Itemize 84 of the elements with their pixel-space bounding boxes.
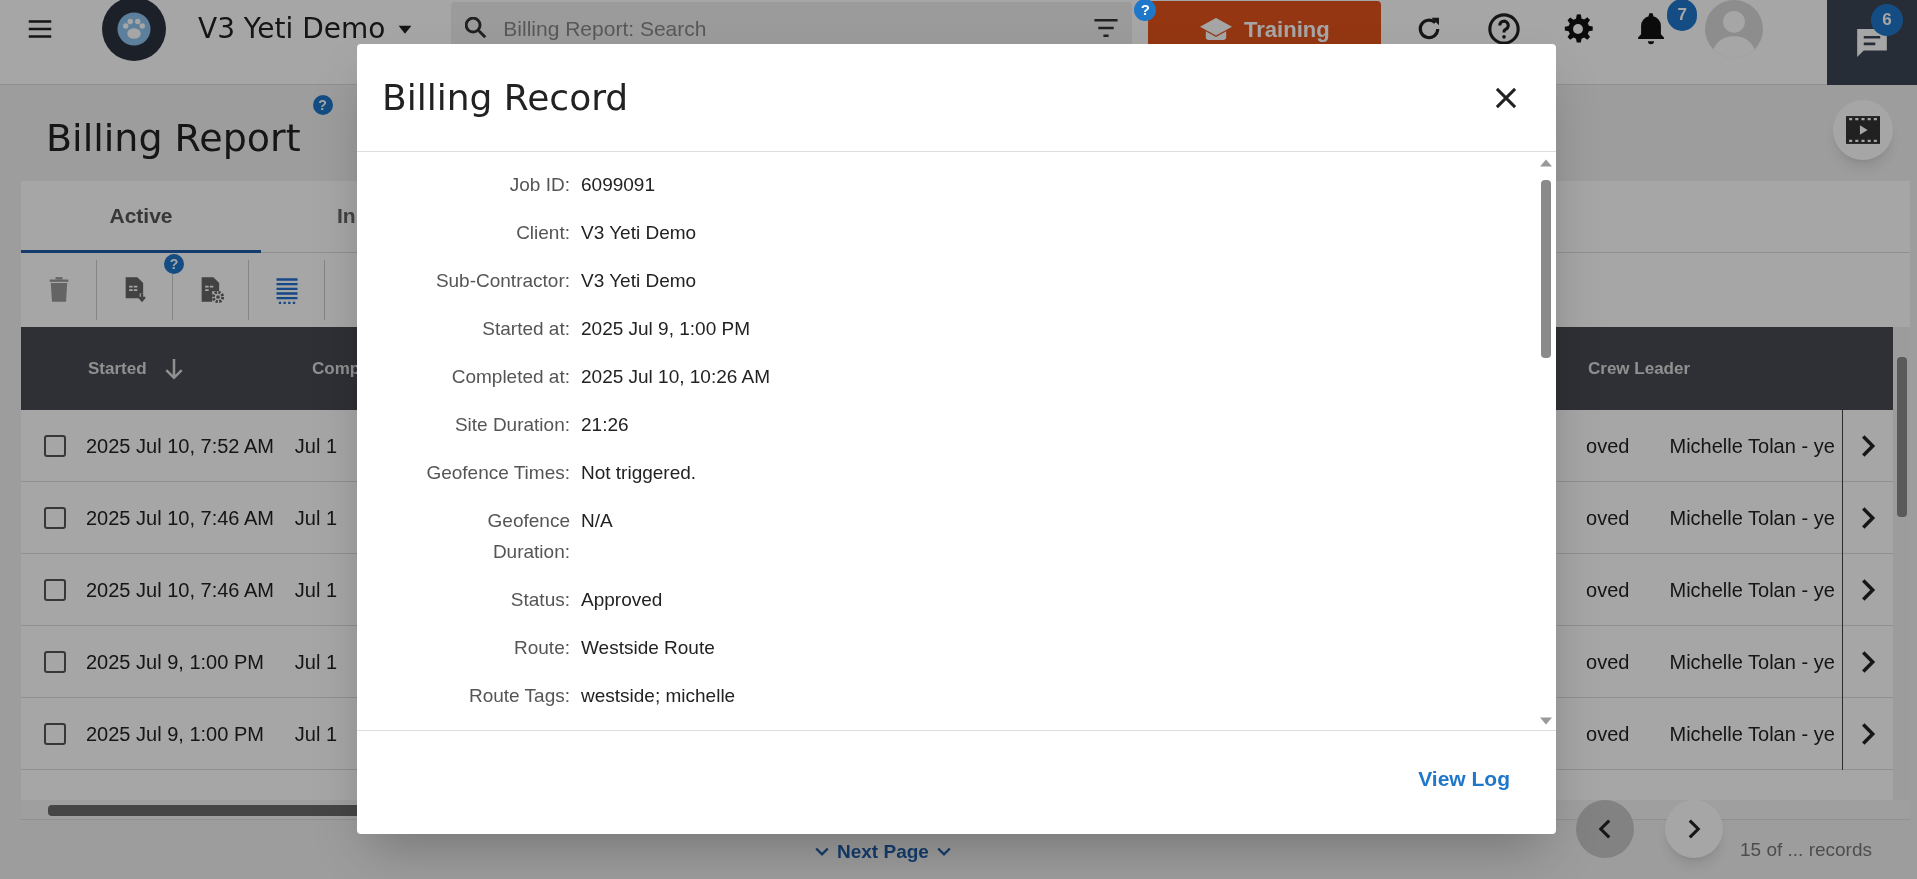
record-count: 15 of ... records bbox=[1740, 838, 1872, 862]
field-label: Route Tags: bbox=[467, 684, 570, 708]
chat-count: 6 bbox=[1871, 4, 1903, 36]
film-icon bbox=[1846, 116, 1880, 144]
table-cell-text: oved bbox=[1586, 577, 1631, 603]
table-cell-text: oved bbox=[1586, 649, 1631, 675]
field-label: Site Duration: bbox=[453, 413, 570, 437]
bell-icon[interactable] bbox=[1637, 13, 1666, 45]
field-value: 21:26 bbox=[581, 413, 629, 437]
table-cell-text: 2025 Jul 10, 7:46 AM bbox=[86, 577, 275, 603]
field-value: Approved bbox=[581, 588, 663, 612]
help-badge[interactable]: ? bbox=[164, 254, 184, 274]
column-header[interactable]: Started bbox=[88, 355, 147, 382]
chevron-right-icon bbox=[1687, 819, 1701, 839]
dialog-title: Billing Record bbox=[382, 75, 629, 120]
table-cell-text: Michelle Tolan - ye bbox=[1669, 577, 1836, 603]
table-cell-text: Jul 1 bbox=[294, 649, 338, 675]
help-icon[interactable] bbox=[1487, 12, 1522, 46]
graduation-cap-icon bbox=[1200, 18, 1233, 40]
table-cell-text: 2025 Jul 10, 7:46 AM bbox=[86, 505, 275, 531]
checkbox[interactable] bbox=[44, 578, 66, 601]
scroll-up-icon[interactable] bbox=[1540, 159, 1552, 167]
table-cell-text: 2025 Jul 9, 1:00 PM bbox=[86, 649, 265, 675]
filter-icon[interactable] bbox=[1094, 19, 1119, 37]
company-name[interactable]: V3 Yeti Demo bbox=[198, 14, 386, 44]
field-label: Status: bbox=[509, 588, 570, 612]
table-cell-text: Jul 1 bbox=[294, 721, 338, 747]
field-label: Client: bbox=[515, 221, 570, 245]
sort-down-icon[interactable] bbox=[164, 357, 183, 380]
chat-button[interactable]: 6 bbox=[1827, 0, 1917, 85]
notification-count: 7 bbox=[1667, 0, 1698, 31]
chevron-down-icon bbox=[815, 847, 829, 858]
tab[interactable]: In bbox=[261, 181, 501, 253]
chat-icon bbox=[1857, 28, 1887, 57]
table-cell-text: Michelle Tolan - ye bbox=[1669, 505, 1836, 531]
help-badge[interactable]: ? bbox=[1134, 0, 1157, 21]
chevron-right-icon[interactable] bbox=[1859, 650, 1876, 673]
field-label: Completed at: bbox=[450, 365, 570, 389]
table-cell-text: Jul 1 bbox=[294, 505, 338, 531]
view-log-link[interactable]: View Log bbox=[1418, 762, 1510, 795]
scrollbar-thumb[interactable] bbox=[1897, 357, 1907, 517]
chevron-right-icon[interactable] bbox=[1859, 578, 1876, 601]
field-value: 2025 Jul 10, 10:26 AM bbox=[581, 365, 771, 389]
chevron-right-icon[interactable] bbox=[1859, 506, 1876, 529]
chevron-left-icon bbox=[1598, 819, 1612, 839]
table-cell-text: oved bbox=[1586, 505, 1631, 531]
search-icon bbox=[465, 17, 488, 39]
chevron-right-icon[interactable] bbox=[1859, 722, 1876, 745]
tab[interactable]: Active bbox=[21, 181, 261, 253]
table-cell-text: Michelle Tolan - ye bbox=[1669, 649, 1836, 675]
table-cell-text: Michelle Tolan - ye bbox=[1669, 433, 1836, 459]
field-label: Geofence Duration: bbox=[486, 509, 570, 564]
field-label: Started at: bbox=[481, 317, 570, 341]
help-badge[interactable]: ? bbox=[312, 95, 333, 115]
next-page-link[interactable]: Next Page bbox=[815, 838, 951, 867]
field-value: Westside Route bbox=[581, 636, 715, 660]
table-cell-text: Jul 1 bbox=[294, 577, 338, 603]
field-value: 2025 Jul 9, 1:00 PM bbox=[581, 317, 750, 341]
field-label: Sub-Contractor: bbox=[434, 269, 570, 293]
chevron-down-icon bbox=[936, 847, 951, 858]
checkbox[interactable] bbox=[44, 650, 66, 673]
field-value: V3 Yeti Demo bbox=[581, 269, 697, 293]
checkbox[interactable] bbox=[44, 722, 66, 745]
table-cell-text: 2025 Jul 9, 1:00 PM bbox=[86, 721, 265, 747]
field-value: 6099091 bbox=[581, 173, 655, 197]
page-title: Billing Report bbox=[46, 115, 301, 162]
table-cell-text: oved bbox=[1586, 433, 1631, 459]
field-value: N/A bbox=[581, 509, 613, 533]
table-cell-text: oved bbox=[1586, 721, 1631, 747]
field-value: V3 Yeti Demo bbox=[581, 221, 697, 245]
column-header[interactable]: Crew Leader bbox=[1588, 355, 1691, 382]
scrollbar-thumb[interactable] bbox=[1541, 180, 1551, 358]
field-value: Not triggered. bbox=[581, 461, 697, 485]
field-label: Route: bbox=[513, 636, 570, 660]
table-cell-text: Jul 1 bbox=[294, 433, 338, 459]
scroll-down-icon[interactable] bbox=[1540, 717, 1552, 725]
checkbox[interactable] bbox=[44, 506, 66, 529]
field-label: Job ID: bbox=[508, 173, 570, 197]
field-value: westside; michelle bbox=[581, 684, 736, 708]
chevron-right-icon[interactable] bbox=[1859, 434, 1876, 457]
table-cell-text: 2025 Jul 10, 7:52 AM bbox=[86, 433, 275, 459]
field-label: Geofence Times: bbox=[425, 461, 570, 485]
table-cell-text: Michelle Tolan - ye bbox=[1669, 721, 1836, 747]
checkbox[interactable] bbox=[44, 434, 66, 457]
